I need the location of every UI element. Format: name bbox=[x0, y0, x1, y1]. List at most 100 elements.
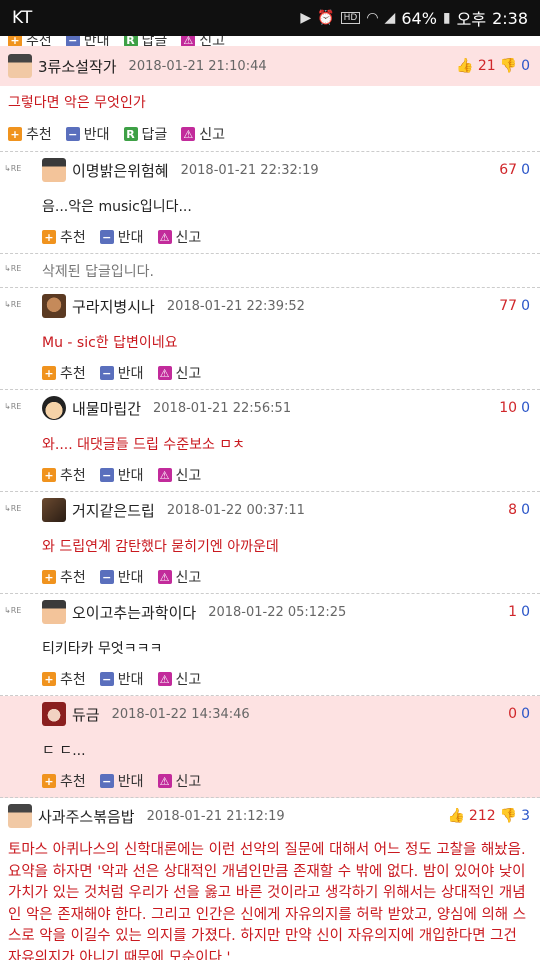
avatar[interactable] bbox=[8, 54, 32, 78]
recommend-button[interactable]: + 추천 bbox=[8, 36, 52, 46]
up-count: 0 bbox=[508, 706, 518, 722]
minus-icon: − bbox=[99, 570, 114, 584]
up-count: 1 bbox=[508, 604, 518, 620]
avatar[interactable] bbox=[42, 702, 66, 726]
recommend-button[interactable]: + 추천 bbox=[42, 363, 86, 383]
report-icon: ⚠ bbox=[181, 36, 196, 46]
report-button[interactable]: ⚠ 신고 bbox=[157, 669, 201, 689]
nickname[interactable]: 오이고추는과학이다 bbox=[72, 602, 196, 623]
oppose-button[interactable]: − 반대 bbox=[99, 363, 144, 383]
nickname[interactable]: 거지같은드립 bbox=[72, 500, 155, 521]
report-label: 신고 bbox=[175, 570, 202, 586]
battery-label: 64% bbox=[401, 8, 437, 28]
recommend-button[interactable]: + 추천 bbox=[42, 227, 86, 247]
vote-counts: 10 0 bbox=[499, 400, 530, 416]
comment-header: 내물마립간 2018-01-21 22:56:51 10 0 bbox=[42, 390, 540, 426]
previous-comment-actions: + 추천 − 반대 R 답글 ⚠ 신고 bbox=[0, 36, 540, 46]
reply-icon: R bbox=[123, 36, 138, 46]
reply-arrow-icon: ↳RE bbox=[4, 504, 22, 513]
report-button[interactable]: ⚠ 신고 bbox=[181, 124, 225, 144]
report-button[interactable]: ⚠ 신고 bbox=[157, 567, 202, 587]
recommend-label: 추천 bbox=[26, 127, 52, 143]
recommend-button[interactable]: + 추천 bbox=[8, 124, 52, 144]
reply-label: 답글 bbox=[141, 36, 168, 46]
report-button[interactable]: ⚠ 신고 bbox=[157, 771, 201, 791]
recommend-button[interactable]: + 추천 bbox=[42, 567, 86, 587]
report-button[interactable]: ⚠ 신고 bbox=[181, 36, 225, 46]
report-label: 신고 bbox=[175, 366, 202, 382]
oppose-button[interactable]: − 반대 bbox=[65, 124, 110, 144]
status-right: ▶ ⏰ HD ◠ ◢ 64% ▮ 오후 2:38 bbox=[300, 6, 528, 30]
vote-counts: 10 bbox=[508, 604, 530, 620]
down-count: 0 bbox=[521, 706, 530, 722]
up-count: 77 bbox=[499, 298, 518, 314]
recommend-button[interactable]: + 추천 bbox=[42, 669, 86, 689]
minus-icon: − bbox=[99, 672, 114, 686]
vote-counts: 👍 21 👎 0 bbox=[456, 58, 530, 74]
up-count: 212 bbox=[468, 808, 496, 824]
comment-actions: + 추천 − 반대 ⚠ 신고 bbox=[42, 358, 540, 388]
avatar[interactable] bbox=[42, 498, 66, 522]
re-label: RE bbox=[10, 504, 22, 513]
reply-item: ↳RE 구라지병시나 2018-01-21 22:39:52 77 0 Mu - … bbox=[0, 288, 540, 390]
oppose-button[interactable]: − 반대 bbox=[99, 465, 144, 485]
reply-button[interactable]: R 답글 bbox=[123, 124, 167, 144]
minus-icon: − bbox=[99, 230, 114, 244]
nickname[interactable]: 구라지병시나 bbox=[72, 296, 155, 317]
report-button[interactable]: ⚠ 신고 bbox=[157, 227, 202, 247]
comment-date: 2018-01-22 00:37:11 bbox=[166, 502, 305, 518]
reply-icon: R bbox=[123, 127, 138, 141]
avatar[interactable] bbox=[8, 804, 32, 828]
minus-icon: − bbox=[99, 366, 114, 380]
thumbs-up-icon: 👍 bbox=[456, 58, 474, 74]
vote-counts: 77 0 bbox=[499, 298, 530, 314]
comment-header: 듀금 2018-01-22 14:34:46 00 bbox=[42, 696, 540, 732]
oppose-button[interactable]: − 반대 bbox=[99, 567, 144, 587]
nickname[interactable]: 내물마립간 bbox=[72, 398, 141, 419]
avatar[interactable] bbox=[42, 158, 66, 182]
oppose-button[interactable]: − 반대 bbox=[99, 771, 144, 791]
re-label: RE bbox=[10, 164, 22, 173]
report-icon: ⚠ bbox=[181, 127, 196, 141]
oppose-button[interactable]: − 반대 bbox=[99, 669, 144, 689]
report-label: 신고 bbox=[175, 230, 202, 246]
recommend-label: 추천 bbox=[60, 468, 86, 484]
vote-counts: 80 bbox=[508, 502, 530, 518]
comment-header: 3류소설작가 2018-01-21 21:10:44 👍 21 👎 0 bbox=[0, 46, 540, 86]
comment-date: 2018-01-21 21:12:19 bbox=[146, 808, 285, 824]
recommend-label: 추천 bbox=[60, 366, 86, 382]
re-label: RE bbox=[10, 264, 22, 273]
avatar[interactable] bbox=[42, 396, 66, 420]
oppose-label: 반대 bbox=[117, 366, 144, 382]
plus-icon: + bbox=[42, 366, 56, 380]
reply-button[interactable]: R 답글 bbox=[123, 36, 168, 46]
comment-date: 2018-01-21 22:39:52 bbox=[166, 298, 305, 314]
oppose-button[interactable]: − 반대 bbox=[65, 36, 110, 46]
avatar[interactable] bbox=[42, 600, 66, 624]
oppose-button[interactable]: − 반대 bbox=[99, 227, 144, 247]
nickname[interactable]: 3류소설작가 bbox=[38, 56, 117, 77]
recommend-button[interactable]: + 추천 bbox=[42, 465, 86, 485]
down-count: 0 bbox=[521, 604, 530, 620]
plus-icon: + bbox=[42, 774, 56, 788]
avatar[interactable] bbox=[42, 294, 66, 318]
comment-actions: + 추천 − 반대 ⚠ 신고 bbox=[42, 766, 540, 796]
recommend-button[interactable]: + 추천 bbox=[42, 771, 86, 791]
down-count: 0 bbox=[521, 298, 530, 314]
clock-label: 2:38 bbox=[492, 8, 528, 28]
comment-body: 와 드립연계 감탄했다 묻히기엔 아까운데 bbox=[42, 538, 279, 555]
nickname[interactable]: 사과주스볶음밥 bbox=[38, 806, 135, 827]
ampm-label: 오후 bbox=[456, 10, 487, 29]
report-button[interactable]: ⚠ 신고 bbox=[157, 363, 202, 383]
comment-date: 2018-01-21 22:56:51 bbox=[153, 400, 292, 416]
reply-item: ↳RE 거지같은드립 2018-01-22 00:37:11 80 와 드립연계… bbox=[0, 492, 540, 594]
minus-icon: − bbox=[65, 127, 80, 141]
nickname[interactable]: 이명밝은위험혜 bbox=[72, 160, 169, 181]
report-label: 신고 bbox=[175, 468, 202, 484]
comment-item: 사과주스볶음밥 2018-01-21 21:12:19 👍 212 👎 3 토마스 … bbox=[0, 798, 540, 960]
nickname[interactable]: 듀금 bbox=[72, 704, 100, 725]
report-button[interactable]: ⚠ 신고 bbox=[157, 465, 202, 485]
thumbs-down-icon: 👎 bbox=[499, 808, 518, 824]
comment-header: 사과주스볶음밥 2018-01-21 21:12:19 👍 212 👎 3 bbox=[8, 798, 540, 834]
deleted-reply: ↳RE 삭제된 답글입니다. bbox=[0, 254, 540, 288]
